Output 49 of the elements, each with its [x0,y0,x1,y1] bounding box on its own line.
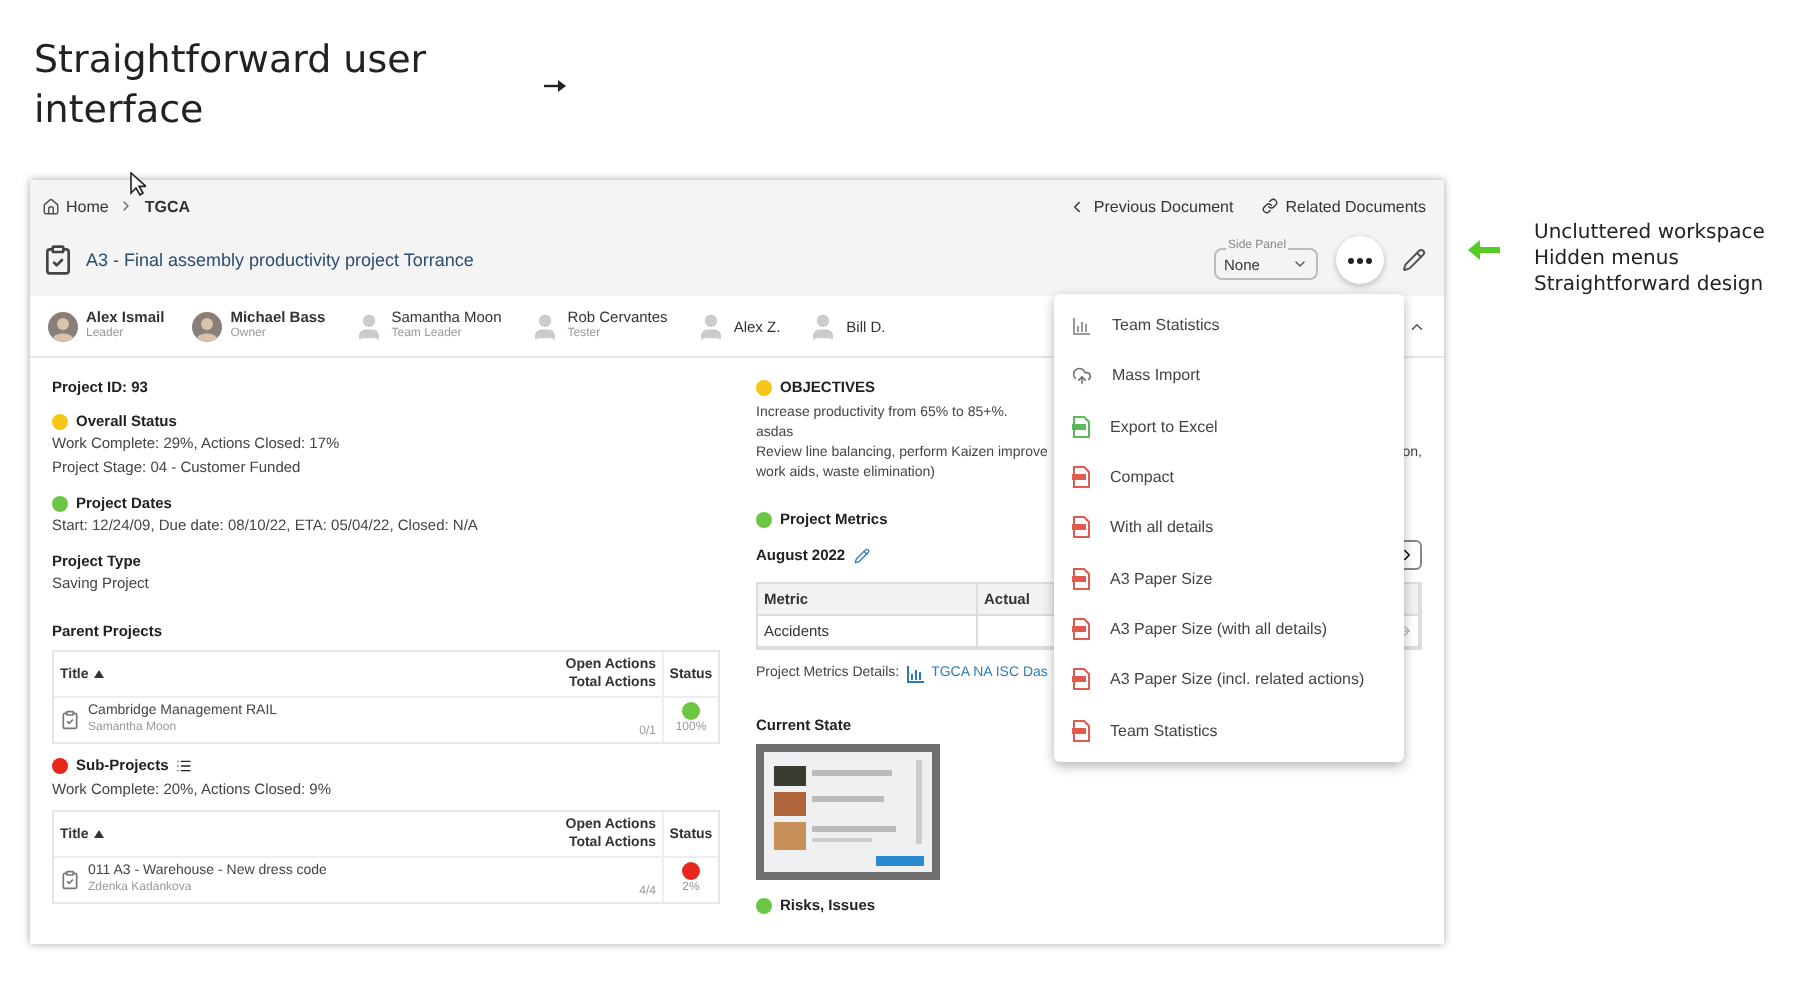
spreadsheet-icon [1072,415,1090,438]
edit-icon[interactable] [853,547,870,563]
home-icon [42,197,60,215]
arrow-icon [544,80,566,92]
document-title: A3 - Final assembly productivity project Torrance [86,250,474,270]
pdf-file-icon [1072,617,1090,640]
breadcrumb[interactable]: TGCA [144,197,191,215]
link-icon [1261,198,1278,214]
edit-icon[interactable] [1402,248,1426,272]
avatar [192,311,223,341]
nav-link[interactable]: Previous Document [1067,197,1234,215]
pdf-file-icon [1072,567,1090,590]
sort-up-icon[interactable] [94,830,105,838]
arrow-icon[interactable] [1398,624,1412,638]
annotation-text: Uncluttered workspace [1534,220,1765,246]
annotation-text: Straightforward design [1534,272,1765,298]
clipboard-icon [60,870,80,890]
clipboard-icon [42,244,74,276]
bar-chart-icon [1072,315,1092,336]
menu-item[interactable]: With all details [1054,502,1404,553]
chevron-right-icon [1398,546,1416,564]
dropdown-caret-icon [1292,256,1308,272]
more-button[interactable] [1336,236,1384,284]
clipboard-icon [60,710,80,730]
person-icon [353,311,384,341]
person-icon [695,311,726,341]
person-icon [529,311,560,341]
pdf-file-icon [1072,668,1090,691]
menu-item[interactable]: Team Statistics [1054,300,1404,351]
pdf-file-icon [1072,719,1090,742]
menu-item[interactable]: A3 Paper Size (incl. related actions) [1054,654,1404,705]
breadcrumb[interactable]: Home [42,197,109,215]
pdf-file-icon [1072,466,1090,489]
person-icon [808,311,839,341]
menu-item[interactable]: Export to Excel [1054,401,1404,452]
nav-link[interactable]: Related Documents [1261,197,1426,215]
menu-item[interactable]: Compact [1054,451,1404,503]
avatar [48,311,78,341]
slide-heading: Straightforward user interface [34,36,429,136]
list-icon[interactable] [176,757,193,773]
sort-up-icon[interactable] [94,670,105,678]
menu-item[interactable]: Team Statistics [1054,704,1404,756]
more-icon [1348,257,1372,263]
arrow-icon [1468,240,1500,260]
menu-item[interactable]: Mass Import [1054,350,1404,402]
annotation-text: Hidden menus [1534,246,1681,272]
bar-chart-icon [905,663,926,683]
upload-icon [1072,365,1092,386]
pdf-file-icon [1072,516,1090,539]
